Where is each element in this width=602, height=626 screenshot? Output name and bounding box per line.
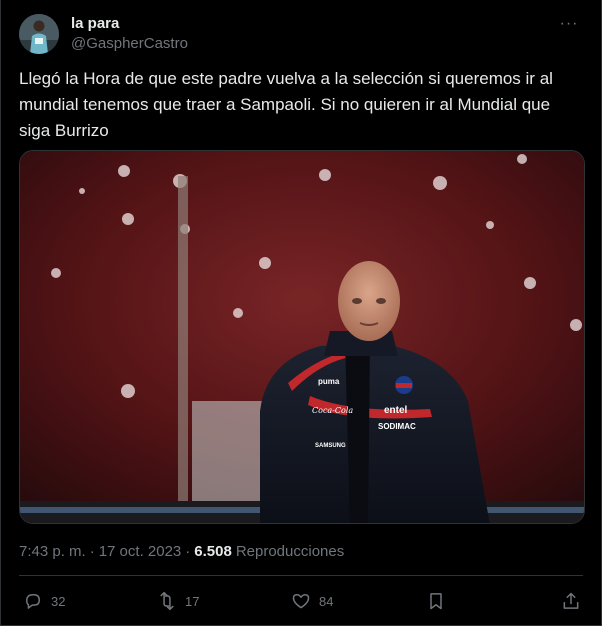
retweet-button[interactable]: 17: [157, 588, 199, 614]
action-bar: 32 17 84: [19, 588, 583, 614]
like-count: 84: [319, 593, 334, 609]
views-label: Reproducciones: [235, 542, 345, 560]
sponsor-sodimac: SODIMAC: [378, 422, 416, 431]
bookmark-button[interactable]: [426, 588, 446, 614]
sponsor-cocacola: Coca-Cola: [312, 406, 353, 415]
sponsor-entel: entel: [384, 405, 408, 416]
sponsor-samsung: SAMSUNG: [315, 443, 346, 449]
tweet-header: la para @GaspherCastro ···: [19, 12, 585, 56]
photo-image: entel SODIMAC Coca-Cola SAMSUNG puma: [20, 151, 584, 523]
meta-separator: ·: [89, 542, 95, 560]
avatar[interactable]: [19, 14, 59, 54]
sponsor-puma: puma: [318, 377, 340, 386]
divider: [19, 575, 583, 576]
tweet-text: Llegó la Hora de que este padre vuelva a…: [19, 69, 553, 140]
avatar-image: [19, 14, 59, 54]
reply-button[interactable]: 32: [23, 588, 65, 614]
reply-count: 32: [51, 593, 66, 609]
like-button[interactable]: 84: [291, 588, 333, 614]
username-handle[interactable]: @GaspherCastro: [71, 34, 188, 54]
tweet-card: la para @GaspherCastro ··· Llegó la Hora…: [0, 0, 602, 626]
bookmark-icon: [430, 593, 442, 610]
tweet-meta: 7:43 p. m. · 17 oct. 2023 · 6.508 Reprod…: [19, 540, 344, 562]
more-horizontal-icon[interactable]: ···: [557, 14, 581, 34]
meta-separator-2: ·: [185, 542, 191, 560]
tweet-time[interactable]: 7:43 p. m.: [19, 543, 86, 560]
retweet-icon: [160, 591, 174, 611]
reply-icon: [26, 594, 40, 609]
author-names: la para @GaspherCastro: [71, 14, 188, 54]
share-icon: [563, 592, 579, 609]
retweet-count: 17: [185, 593, 200, 609]
share-button[interactable]: [561, 588, 581, 614]
heart-icon: [292, 594, 310, 609]
views-count: 6.508: [194, 542, 232, 560]
tweet-date[interactable]: 17 oct. 2023: [99, 543, 182, 560]
tweet-photo[interactable]: entel SODIMAC Coca-Cola SAMSUNG puma: [19, 150, 585, 524]
display-name[interactable]: la para: [71, 14, 188, 34]
